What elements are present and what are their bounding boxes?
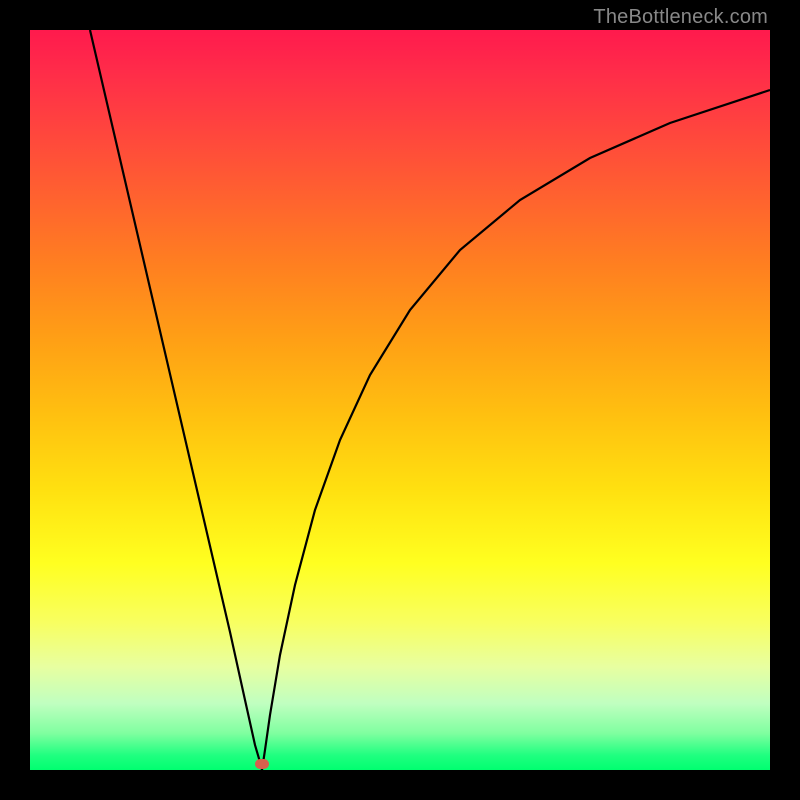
curve-left-branch — [90, 30, 262, 770]
curve-right-branch — [262, 90, 770, 770]
minimum-marker — [255, 759, 269, 769]
bottleneck-curve — [30, 30, 770, 770]
chart-plot-area — [30, 30, 770, 770]
watermark-text: TheBottleneck.com — [593, 6, 768, 29]
